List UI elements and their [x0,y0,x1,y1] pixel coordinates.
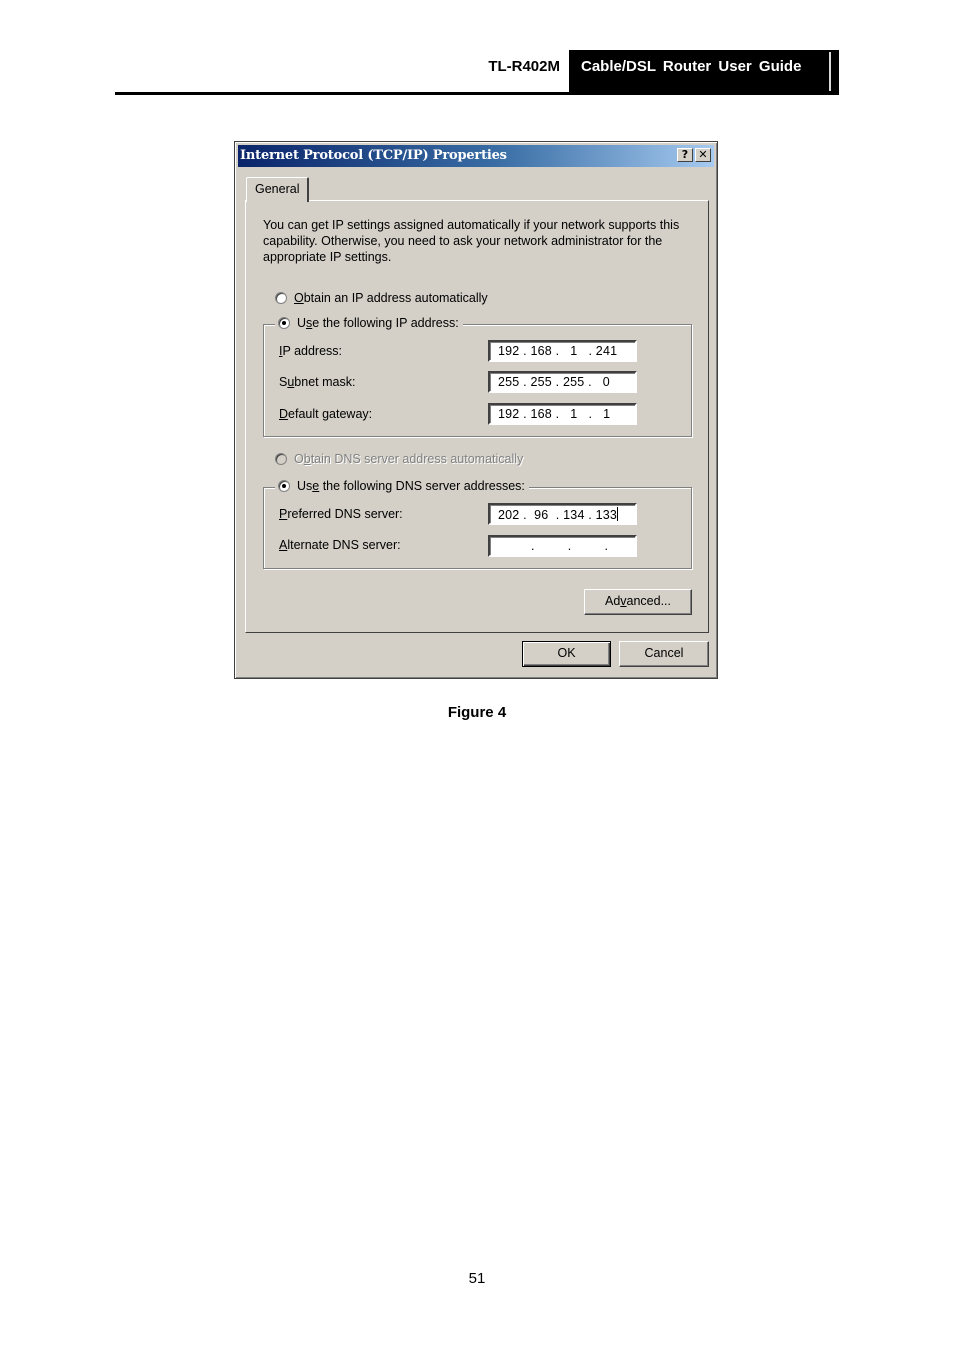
alternate-dns-input[interactable]: . . . [488,535,637,557]
obtain-ip-auto-option[interactable]: Obtain an IP address automatically [275,291,492,305]
ip-address-label: IP address: [279,344,343,358]
use-following-ip-radio[interactable] [278,317,290,329]
alternate-dns-value: . . . [498,539,609,553]
header-rule [115,92,839,95]
ip-address-value: 192 . 168 . 1 . 241 [498,344,618,358]
preferred-dns-input[interactable]: 202 . 96 . 134 . 133 [488,503,637,525]
intro-text: You can get IP settings assigned automat… [263,218,680,264]
cancel-button[interactable]: Cancel [619,641,709,667]
alternate-dns-label: Alternate DNS server: [279,538,401,552]
help-icon[interactable]: ? [677,148,693,162]
dialog-titlebar[interactable]: Internet Protocol (TCP/IP) Properties ? … [238,145,714,167]
subnet-mask-value: 255 . 255 . 255 . 0 [498,375,610,389]
tab-general[interactable]: General [246,177,309,202]
tcpip-properties-dialog: Internet Protocol (TCP/IP) Properties ? … [234,141,718,679]
header-bar-divider [829,52,831,91]
obtain-ip-auto-radio[interactable] [275,292,287,304]
product-model: TL-R402M [488,58,560,75]
preferred-dns-label: Preferred DNS server: [279,507,403,521]
use-following-ip-label: Use the following IP address: [297,316,459,330]
default-gateway-label: Default gateway: [279,407,373,421]
subnet-mask-input[interactable]: 255 . 255 . 255 . 0 [488,371,637,393]
use-following-dns-option[interactable]: Use the following DNS server addresses: [275,479,529,493]
ip-address-input[interactable]: 192 . 168 . 1 . 241 [488,340,637,362]
guide-title: Cable/DSL Router User Guide [581,58,802,75]
default-gateway-value: 192 . 168 . 1 . 1 [498,407,611,421]
dialog-title: Internet Protocol (TCP/IP) Properties [240,148,507,163]
use-following-dns-label: Use the following DNS server addresses: [297,479,525,493]
close-icon[interactable]: ✕ [695,148,711,162]
use-following-ip-option[interactable]: Use the following IP address: [275,316,463,330]
figure-caption: Figure 4 [447,704,507,721]
default-gateway-input[interactable]: 192 . 168 . 1 . 1 [488,403,637,425]
use-following-dns-radio[interactable] [278,480,290,492]
advanced-button[interactable]: Advanced... [584,589,692,615]
obtain-dns-auto-option[interactable]: Obtain DNS server address automatically [275,452,528,466]
ok-button[interactable]: OK [522,641,611,667]
text-caret [617,507,619,521]
obtain-dns-auto-label: Obtain DNS server address automatically [294,452,524,466]
subnet-mask-label: Subnet mask: [279,375,356,389]
tab-general-label: General [255,182,300,196]
preferred-dns-value: 202 . 96 . 134 . 133 [498,507,619,522]
page-number: 51 [468,1270,486,1287]
obtain-ip-auto-label: Obtain an IP address automatically [294,291,488,305]
obtain-dns-auto-radio[interactable] [275,453,287,465]
